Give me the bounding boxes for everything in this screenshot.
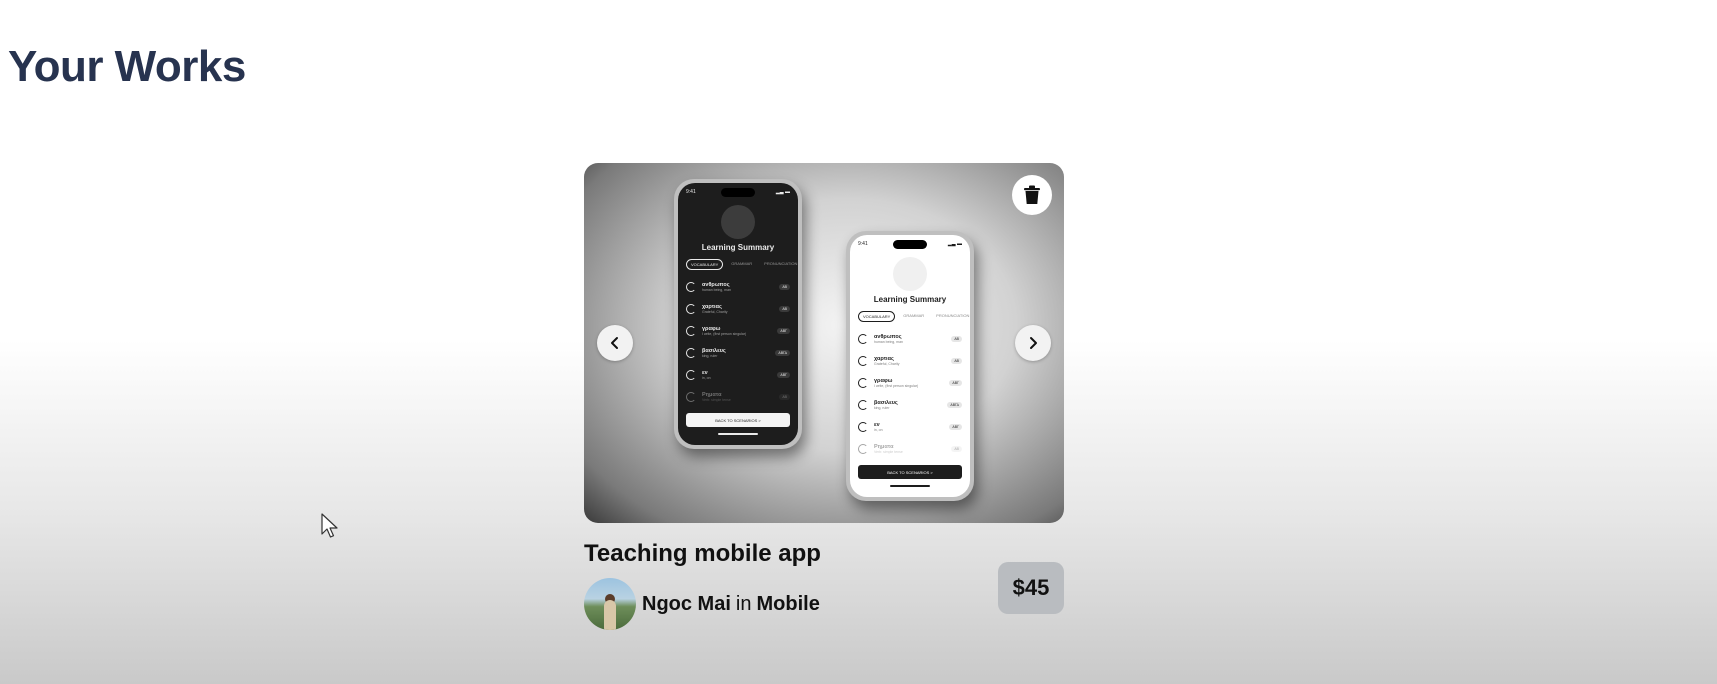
mockup-tab: VOCABULARY [858,311,896,322]
mockup-row: ανθρωπος human being, man ΑΒ [686,276,790,298]
phone-mockup-dark: 9:41 ▂▃ ▬ Learning Summary VOCABULARY GRA… [674,179,802,449]
in-label: in [735,592,752,615]
mockup-tab: GRAMMAR [903,313,925,318]
category-link[interactable]: Mobile [756,593,819,616]
status-time: 9:41 [686,189,696,195]
phone-mockup-light: 9:41 ▂▃ ▬ Learning Summary VOCABULARY GRA… [846,231,974,501]
illustration-avatar [721,205,755,239]
delete-work-button[interactable] [1012,175,1052,215]
work-cover-image[interactable]: 9:41 ▂▃ ▬ Learning Summary VOCABULARY GRA… [584,163,1064,523]
mockup-row: εν in, on ΑΒΓ [686,364,790,386]
carousel-prev-button[interactable] [597,325,633,361]
mockup-row: γραφω I write, (first person singular) ΑΒΓ [858,372,962,394]
price-badge: $45 [998,562,1064,614]
mockup-back-button: BACK TO SCENARIOS > [858,465,962,479]
mockup-screen-title: Learning Summary [701,243,775,252]
mockup-tab: VOCABULARY [686,259,724,270]
mouse-cursor-icon [321,513,338,538]
chevron-right-icon [1030,337,1037,349]
mockup-row: χαρτιας Grateful, Charity ΑΒ [858,350,962,372]
chevron-left-icon [611,337,618,349]
trash-icon [1024,185,1040,204]
work-title[interactable]: Teaching mobile app [584,540,821,568]
mockup-row: Ρηματα Verb: simple tense ΑΒ [858,438,962,460]
mockup-row: γραφω I write, (first person singular) ΑΒΓ [686,320,790,342]
status-time: 9:41 [858,241,868,247]
mockup-row: Ρηματα Verb: simple tense ΑΒ [686,386,790,408]
mockup-row: βασιλευς king, ruler ΑΒΓΔ [686,342,790,364]
page-title: Your Works [8,42,246,91]
carousel-next-button[interactable] [1015,325,1051,361]
author-info: Ngoc Mai in Mobile [584,578,820,630]
mockup-back-button: BACK TO SCENARIOS > [686,413,790,427]
mockup-row: βασιλευς king, ruler ΑΒΓΔ [858,394,962,416]
mockup-tab: GRAMMAR [731,261,753,266]
mockup-row: χαρτιας Grateful, Charity ΑΒ [686,298,790,320]
avatar[interactable] [584,578,636,630]
mockup-tab: PRONUNCIATION [936,313,970,318]
mockup-row: εν in, on ΑΒΓ [858,416,962,438]
mockup-tab: PRONUNCIATION [764,261,798,266]
illustration-avatar [893,257,927,291]
mockup-screen-title: Learning Summary [873,295,947,304]
author-name[interactable]: Ngoc Mai [642,593,731,616]
mockup-row: ανθρωπος human being, man ΑΒ [858,328,962,350]
